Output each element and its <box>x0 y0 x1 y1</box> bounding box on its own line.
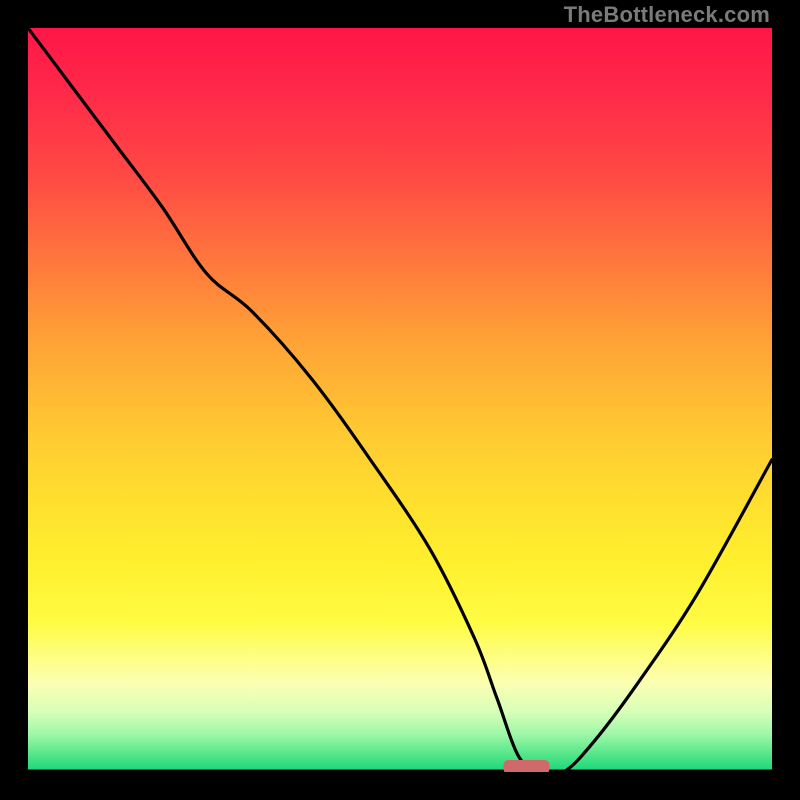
optimal-marker <box>504 760 550 772</box>
bottleneck-curve <box>28 28 772 772</box>
chart-frame <box>28 28 772 772</box>
watermark-text: TheBottleneck.com <box>564 2 770 28</box>
chart-plot-area <box>28 28 772 772</box>
chart-svg <box>28 28 772 772</box>
